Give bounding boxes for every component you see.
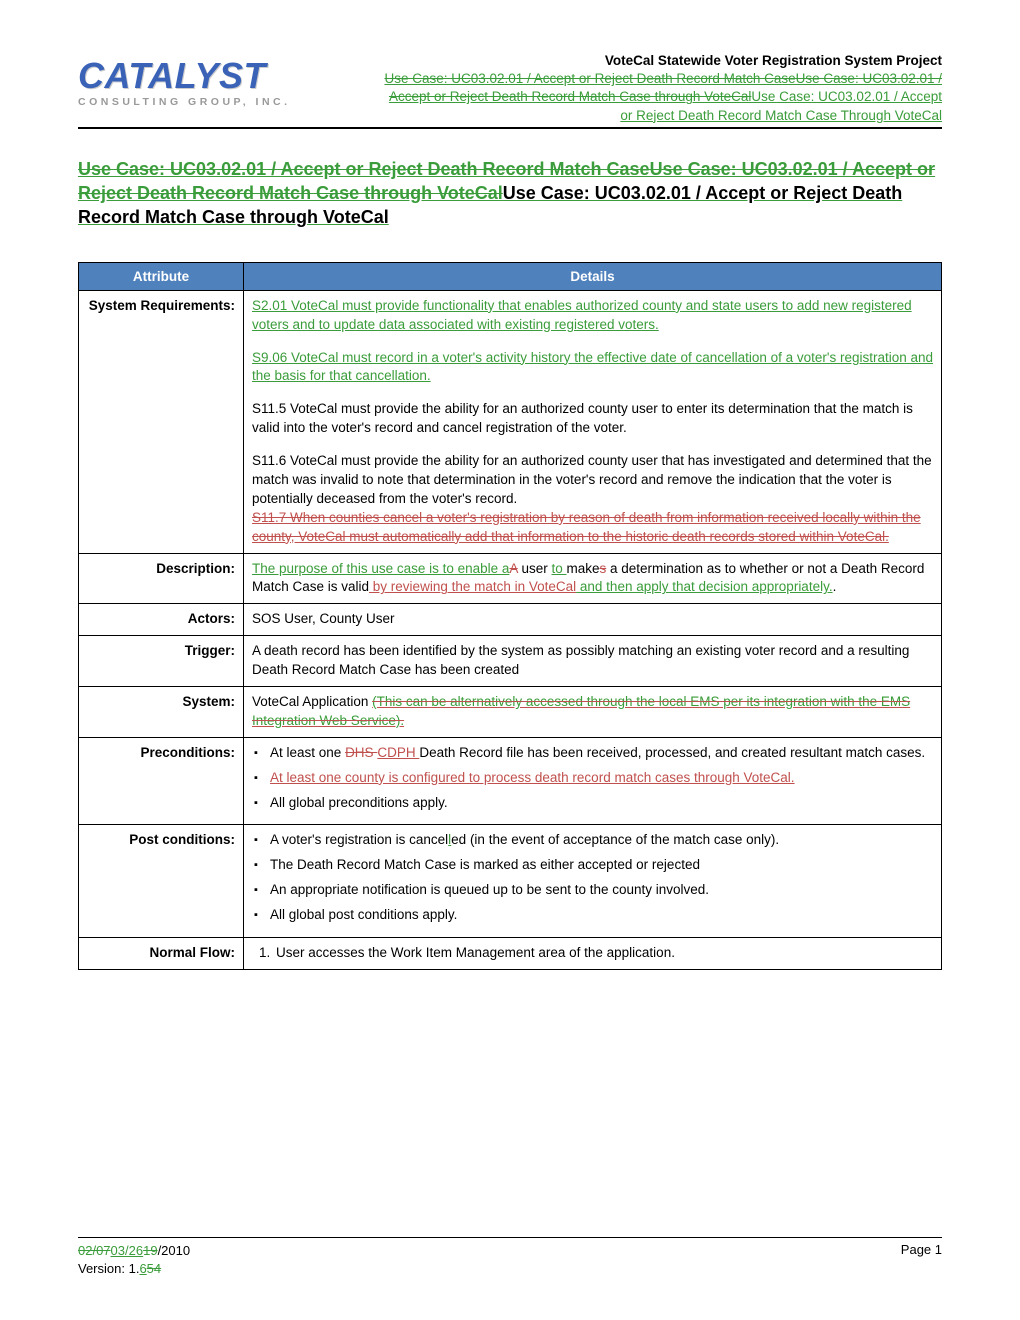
list-item: All global post conditions apply. xyxy=(270,906,933,925)
footer-left: 02/0703/2619/2010 Version: 1.654 xyxy=(78,1242,190,1278)
row-trigger: Trigger: A death record has been identif… xyxy=(79,636,942,687)
attr-details: VoteCal Application (This can be alterna… xyxy=(244,687,942,738)
row-system-requirements: System Requirements: S2.01 VoteCal must … xyxy=(79,290,942,553)
attr-details: The purpose of this use case is to enabl… xyxy=(244,553,942,604)
row-preconditions: Preconditions: At least one DHS CDPH Dea… xyxy=(79,737,942,825)
attr-details: SOS User, County User xyxy=(244,604,942,636)
list-item: A voter's registration is cancelled (in … xyxy=(270,831,933,850)
attr-details: User accesses the Work Item Management a… xyxy=(244,938,942,970)
attr-label: Preconditions: xyxy=(79,737,244,825)
logo-subtitle: CONSULTING GROUP, INC. xyxy=(78,96,291,108)
logo-main: CATALYST xyxy=(78,58,291,94)
main-heading: Use Case: UC03.02.01 / Accept or Reject … xyxy=(78,157,942,230)
page-header: CATALYST CONSULTING GROUP, INC. VoteCal … xyxy=(78,52,942,129)
attr-details: S2.01 VoteCal must provide functionality… xyxy=(244,290,942,553)
attr-label: Post conditions: xyxy=(79,825,244,938)
attr-label: Normal Flow: xyxy=(79,938,244,970)
attr-label: Trigger: xyxy=(79,636,244,687)
list-item: An appropriate notification is queued up… xyxy=(270,881,933,900)
row-description: Description: The purpose of this use cas… xyxy=(79,553,942,604)
attr-label: System Requirements: xyxy=(79,290,244,553)
logo: CATALYST CONSULTING GROUP, INC. xyxy=(78,52,291,108)
list-item: The Death Record Match Case is marked as… xyxy=(270,856,933,875)
attr-label: Actors: xyxy=(79,604,244,636)
attr-label: System: xyxy=(79,687,244,738)
header-right: VoteCal Statewide Voter Registration Sys… xyxy=(382,52,942,125)
project-title: VoteCal Statewide Voter Registration Sys… xyxy=(382,52,942,70)
usecase-table: Attribute Details System Requirements: S… xyxy=(78,262,942,970)
page-footer: 02/0703/2619/2010 Version: 1.654 Page 1 xyxy=(78,1237,942,1278)
row-system: System: VoteCal Application (This can be… xyxy=(79,687,942,738)
attr-details: A death record has been identified by th… xyxy=(244,636,942,687)
row-postconditions: Post conditions: A voter's registration … xyxy=(79,825,942,938)
attr-details: A voter's registration is cancelled (in … xyxy=(244,825,942,938)
list-item: At least one county is configured to pro… xyxy=(270,769,933,788)
row-normal-flow: Normal Flow: User accesses the Work Item… xyxy=(79,938,942,970)
th-attribute: Attribute xyxy=(79,262,244,290)
th-details: Details xyxy=(244,262,942,290)
row-actors: Actors: SOS User, County User xyxy=(79,604,942,636)
header-usecase-link: Use Case: UC03.02.01 / Accept or Reject … xyxy=(382,70,942,125)
footer-page: Page 1 xyxy=(901,1242,942,1278)
list-item: User accesses the Work Item Management a… xyxy=(274,944,933,963)
list-item: All global preconditions apply. xyxy=(270,794,933,813)
attr-details: At least one DHS CDPH Death Record file … xyxy=(244,737,942,825)
attr-label: Description: xyxy=(79,553,244,604)
list-item: At least one DHS CDPH Death Record file … xyxy=(270,744,933,763)
